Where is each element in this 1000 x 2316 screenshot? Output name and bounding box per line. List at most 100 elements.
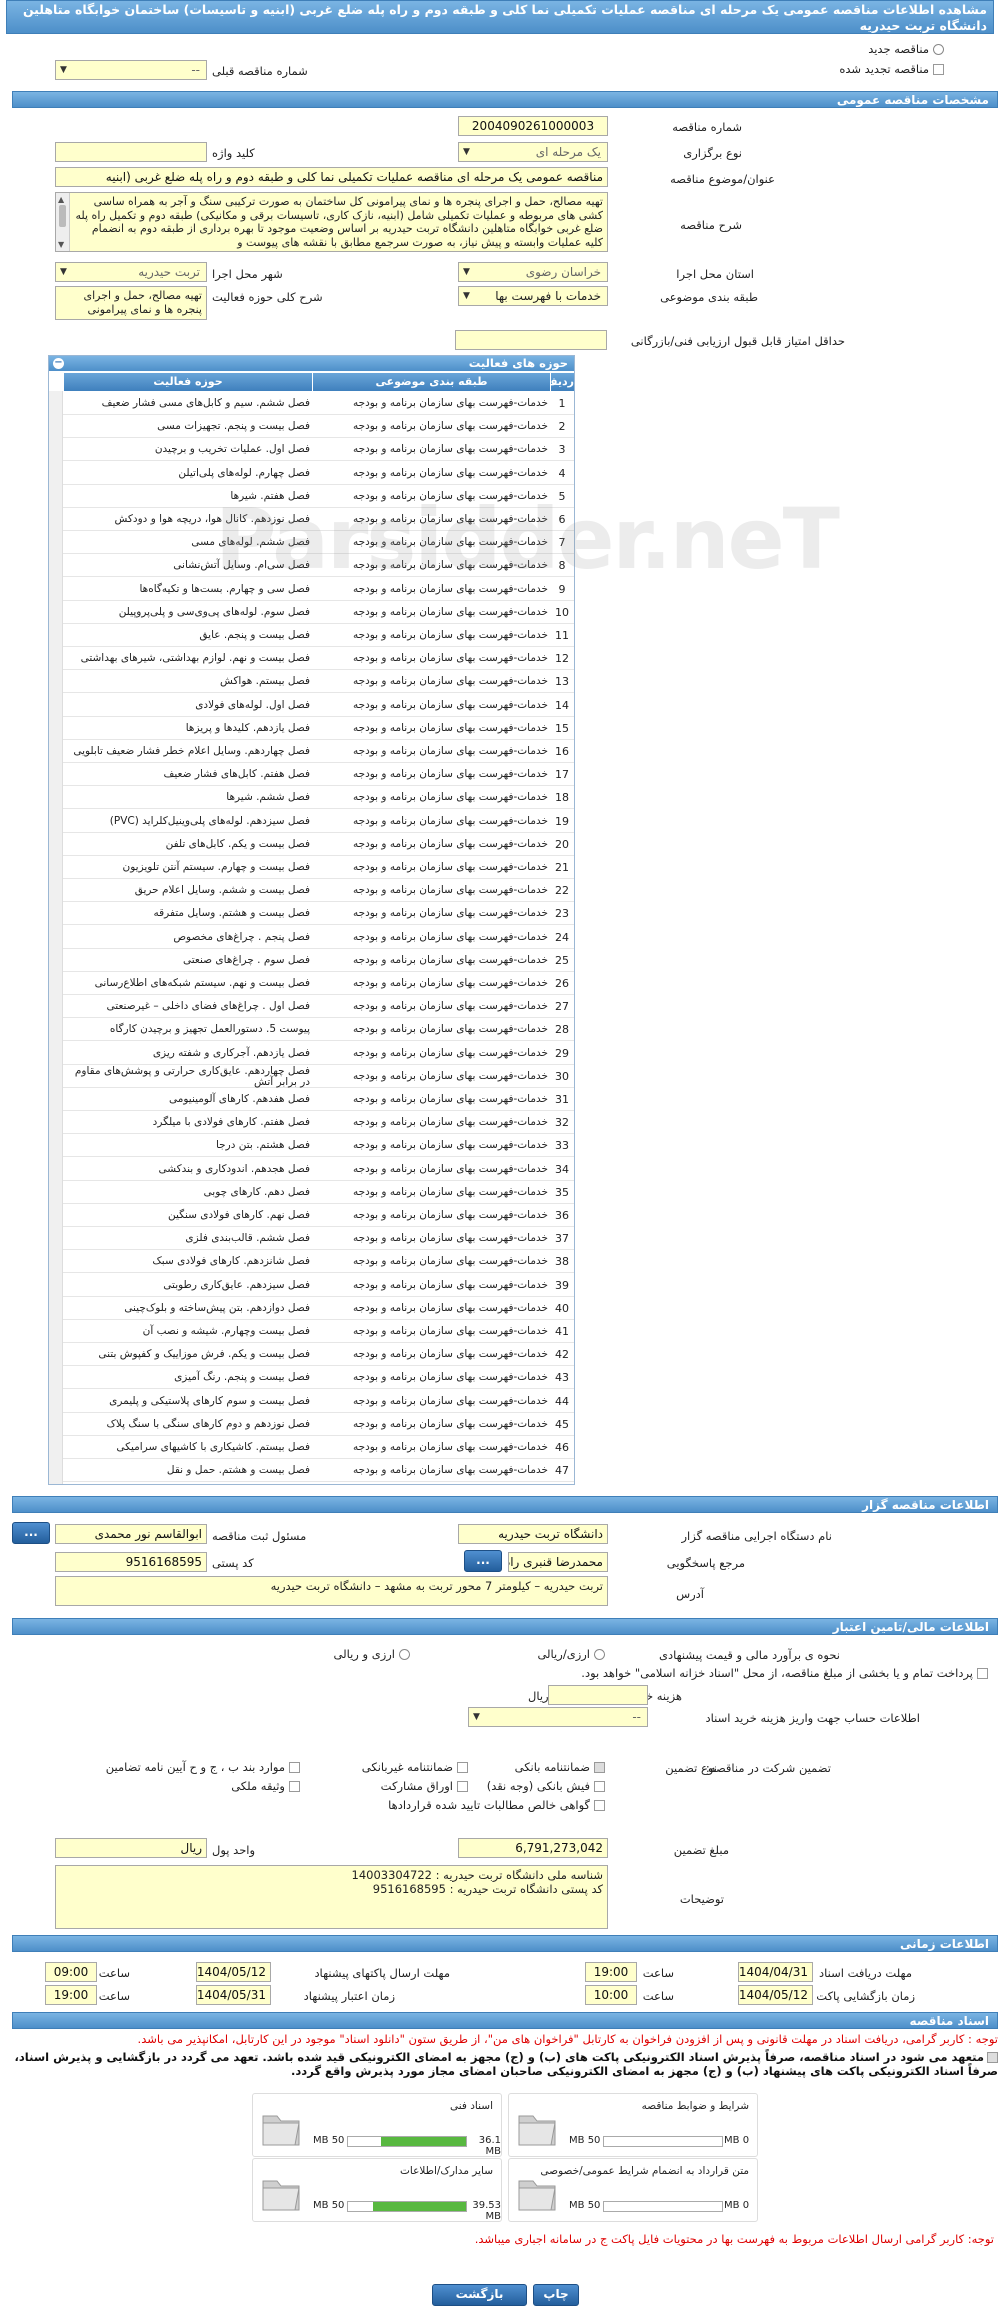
category-label: طبقه بندی موضوعی (660, 290, 758, 304)
guarantee-nonbank-option[interactable]: ضمانتنامه غیربانکی (362, 1760, 468, 1774)
estimate-rial-label: ارزی/ریالی (537, 1647, 590, 1661)
chevron-down-icon: ▼ (473, 1712, 480, 1722)
doc-max-size: 50 MB (313, 2135, 345, 2146)
row-field: فصل هجدهم. اندودکاری و بندکشی (158, 1162, 311, 1175)
scroll-thumb[interactable] (59, 205, 66, 227)
row-field: فصل هشتم. بتن درجا (215, 1139, 310, 1152)
select-answer-button[interactable]: ... (464, 1550, 502, 1572)
org-field[interactable]: دانشگاه تربت حیدریه (458, 1524, 608, 1544)
row-category: خدمات-فهرست بهای سازمان برنامه و بودجه (352, 1325, 548, 1337)
row-number: 34 (555, 1162, 569, 1176)
row-number: 13 (555, 675, 569, 689)
row-field: فصل بیست و یکم. کابل‌های تلفن (165, 837, 310, 850)
row-field: فصل یازدهم. کلیدها و پریزها (185, 721, 310, 734)
new-tender-option[interactable]: مناقصه جدید (868, 42, 944, 56)
treasury-checkbox[interactable]: پرداخت تمام و یا بخشی از مبلغ مناقصه، از… (581, 1666, 988, 1680)
row-number: 12 (555, 652, 569, 666)
guarantee-cash-option[interactable]: فیش بانکی (وجه نقد) (487, 1779, 605, 1793)
notes-textarea[interactable]: شناسه ملی دانشگاه تربت حیدریه : 14003304… (55, 1865, 608, 1929)
row-category: خدمات-فهرست بهای سازمان برنامه و بودجه (352, 861, 548, 873)
activity-desc-textarea[interactable]: تهیه مصالح، حمل و اجرای پنجره ها و نمای … (55, 286, 207, 320)
guarantee-bank-option[interactable]: ضمانتنامه بانکی (515, 1760, 605, 1774)
commitment-checkbox[interactable] (987, 2052, 998, 2063)
subject-field[interactable]: مناقصه عمومی یک مرحله ای مناقصه عملیات ت… (55, 167, 608, 187)
guarantee-property-option[interactable]: وثیقه ملکی (231, 1779, 300, 1793)
table-row: 28 خدمات-فهرست بهای سازمان برنامه و بودجه… (63, 1018, 574, 1042)
prev-tender-select[interactable]: -- ▼ (55, 60, 207, 80)
table-row: 46 خدمات-فهرست بهای سازمان برنامه و بودجه… (63, 1436, 574, 1459)
docs-note-1: توجه : کاربر گرامی، دریافت اسناد در مهلت… (137, 2032, 998, 2046)
row-number: 23 (555, 907, 569, 921)
doc-progress-fill (381, 2137, 466, 2146)
table-row: 18 خدمات-فهرست بهای سازمان برنامه و بودجه… (63, 786, 574, 810)
estimate-rial-option[interactable]: ارزی/ریالی (537, 1647, 605, 1661)
chevron-down-icon: ▼ (60, 65, 67, 75)
row-category: خدمات-فهرست بهای سازمان برنامه و بودجه (352, 814, 548, 827)
address-textarea[interactable]: تربت حیدریه – کیلومتر 7 محور تربت به مشه… (55, 1576, 608, 1606)
amount-field[interactable]: 6,791,273,042 (458, 1838, 608, 1858)
min-score-label: حداقل امتیاز قابل قبول ارزیابی فنی/بازرگ… (630, 334, 845, 348)
watermark-text: Parsidder.neT (215, 490, 840, 588)
open-time-label: ساعت (642, 1989, 674, 2003)
category-select[interactable]: خدمات با فهرست بها ▼ (458, 286, 608, 306)
collapse-icon[interactable]: − (53, 358, 64, 369)
send-date-field[interactable]: 1404/05/12 (196, 1962, 271, 1982)
min-score-field[interactable] (455, 330, 607, 350)
answer-field[interactable]: محمدرضا قنبری راد (508, 1552, 608, 1572)
doc-current-size: 0 MB (724, 2200, 750, 2211)
receive-time-field[interactable]: 19:00 (585, 1962, 637, 1982)
table-row: 15 خدمات-فهرست بهای سازمان برنامه و بودجه… (63, 717, 574, 740)
print-button[interactable]: چاپ (533, 2284, 579, 2306)
row-category: خدمات-فهرست بهای سازمان برنامه و بودجه (352, 837, 548, 850)
row-number: 14 (555, 698, 569, 712)
scroll-down-icon: ▼ (58, 239, 65, 249)
doc-fee-field[interactable] (548, 1685, 648, 1705)
row-category: خدمات-فهرست بهای سازمان برنامه و بودجه (352, 1116, 548, 1129)
activity-table-scrollbar[interactable] (49, 391, 63, 1484)
table-row: 12 خدمات-فهرست بهای سازمان برنامه و بودجه… (63, 647, 574, 671)
back-button[interactable]: بازگشت (432, 2284, 527, 2306)
row-field: فصل شانزدهم. کارهای فولادی سبک (152, 1255, 310, 1268)
guarantee-other-option[interactable]: موارد بند ب ، ج و ح آیین نامه تضامین (106, 1760, 300, 1774)
city-select[interactable]: تربت حیدریه ▼ (55, 262, 207, 282)
table-row: 44 خدمات-فهرست بهای سازمان برنامه و بودجه… (63, 1390, 574, 1413)
postal-field[interactable]: 9516168595 (55, 1552, 207, 1572)
doc-card[interactable]: سایر مدارک/اطلاعات 50 MB 39.53 MB (252, 2158, 502, 2222)
currency-field[interactable]: ریال (55, 1838, 207, 1858)
account-value: -- (632, 1710, 641, 1724)
renewed-tender-option[interactable]: مناقصه تجدید شده (839, 62, 944, 76)
currency-label: واحد پول (212, 1843, 256, 1857)
table-row: 20 خدمات-فهرست بهای سازمان برنامه و بودجه… (63, 833, 574, 856)
guarantee-bonds-option[interactable]: اوراق مشارکت (381, 1779, 468, 1793)
account-label: اطلاعات حساب جهت واریز هزینه خرید اسناد (705, 1711, 920, 1725)
desc-textarea[interactable]: ▲ ▼ تهیه مصالح، حمل و اجرای پنجره ها و نم… (55, 192, 608, 252)
province-select[interactable]: خراسان رضوی ▼ (458, 262, 608, 282)
open-time-field[interactable]: 10:00 (585, 1985, 637, 2005)
doc-card[interactable]: متن قرارداد به انضمام شرایط عمومی/خصوصی 5… (508, 2158, 758, 2222)
row-field: فصل اول. لوله‌های فولادی (195, 698, 310, 711)
receive-date-field[interactable]: 1404/04/31 (738, 1962, 813, 1982)
row-category: خدمات-فهرست بهای سازمان برنامه و بودجه (352, 1162, 548, 1175)
send-time-field[interactable]: 09:00 (45, 1962, 97, 1982)
tender-number-field[interactable]: 2004090261000003 (458, 116, 608, 136)
estimate-fx-option[interactable]: ارزی و ریالی (333, 1647, 410, 1661)
account-select[interactable]: -- ▼ (468, 1707, 648, 1727)
select-responsible-button[interactable]: ... (12, 1522, 50, 1544)
keyword-field[interactable] (55, 142, 207, 162)
doc-card[interactable]: شرایط و ضوابط مناقصه 50 MB 0 MB (508, 2093, 758, 2157)
table-row: 22 خدمات-فهرست بهای سازمان برنامه و بودجه… (63, 879, 574, 903)
open-date-field[interactable]: 1404/05/12 (738, 1985, 813, 2005)
folder-icon[interactable] (515, 2171, 559, 2215)
resp-field[interactable]: ابوالقاسم نور محمدی (55, 1524, 207, 1544)
type-select[interactable]: یک مرحله ای ▼ (458, 142, 608, 162)
folder-icon[interactable] (259, 2106, 303, 2150)
folder-icon[interactable] (515, 2106, 559, 2150)
row-field: فصل ششم. سیم و کابل‌های مسی فشار ضعیف (101, 397, 310, 409)
valid-date-field[interactable]: 1404/05/31 (196, 1985, 271, 2005)
folder-icon[interactable] (259, 2171, 303, 2215)
doc-card[interactable]: اسناد فنی 50 MB 36.1 MB (252, 2093, 502, 2157)
guarantee-claims-option[interactable]: گواهی خالص مطالبات تایید شده قراردادها (388, 1798, 605, 1812)
valid-time-field[interactable]: 19:00 (45, 1985, 97, 2005)
desc-scrollbar[interactable]: ▲ ▼ (56, 193, 70, 251)
row-number: 36 (555, 1209, 569, 1222)
